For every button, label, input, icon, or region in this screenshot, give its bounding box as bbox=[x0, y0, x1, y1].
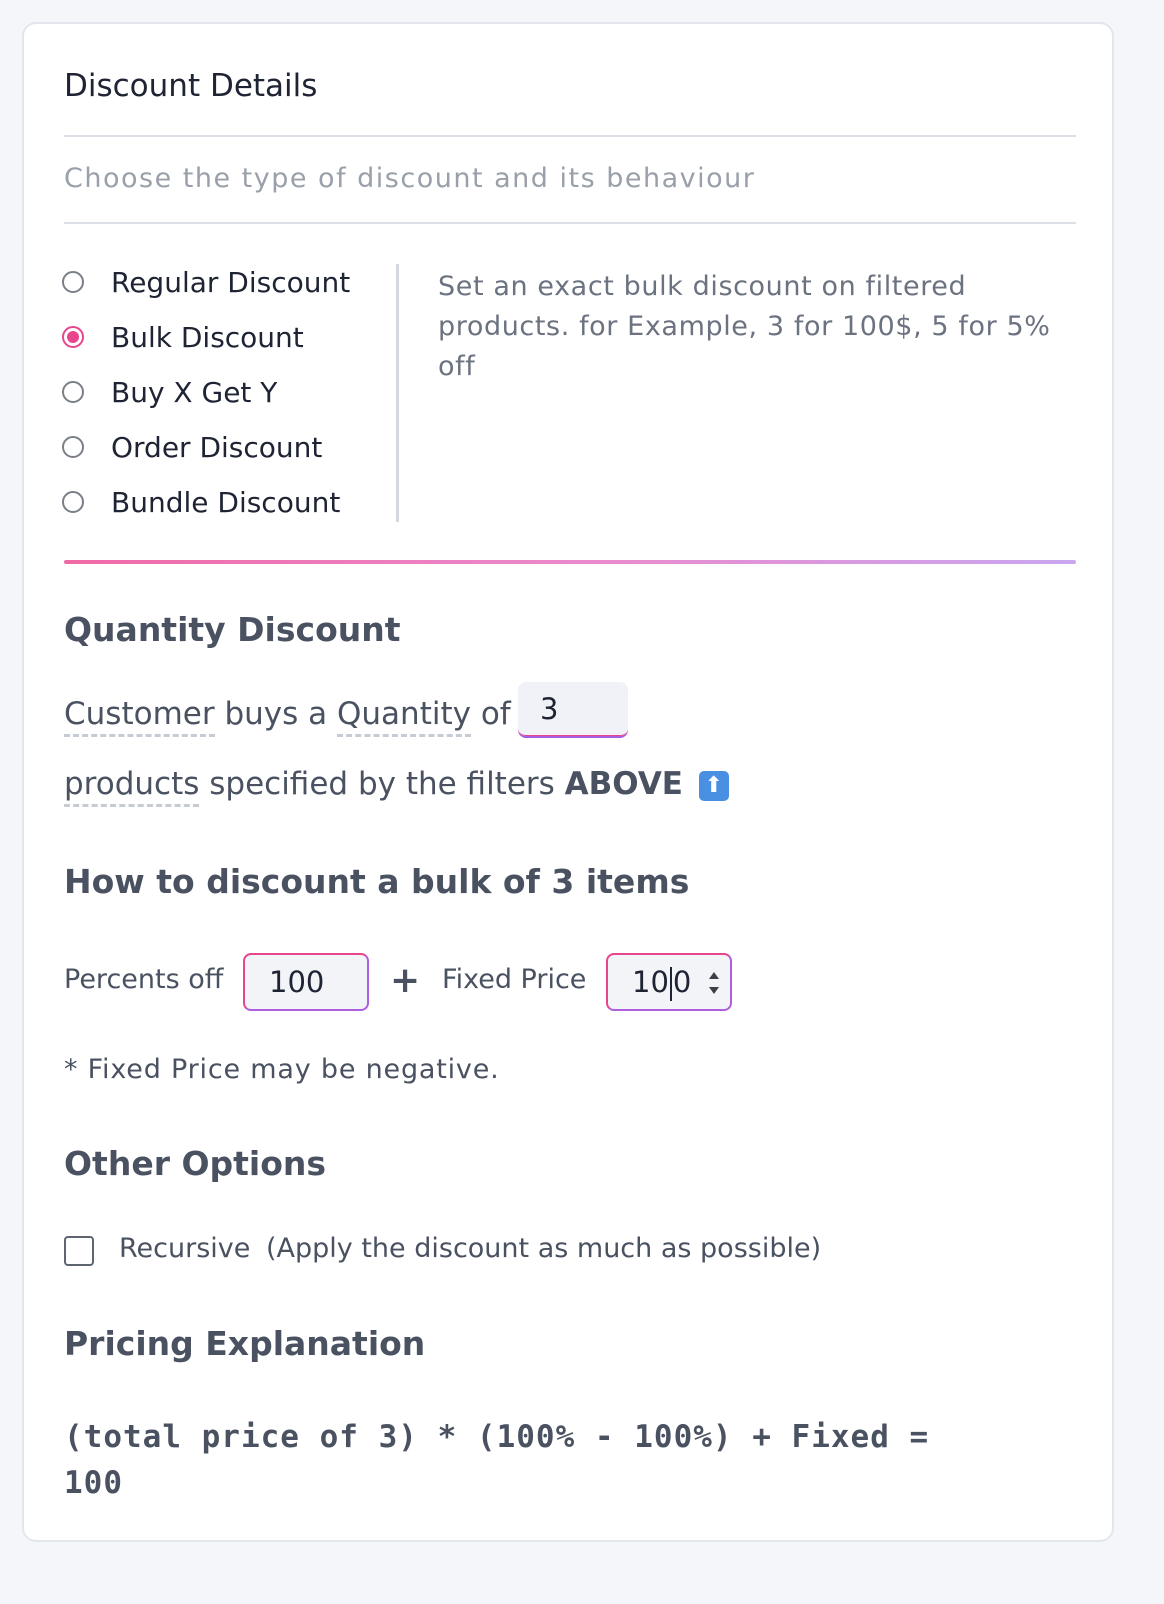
quantity-sentence-line2: products specified by the filters ABOVE … bbox=[64, 766, 729, 807]
up-arrow-icon: ⬆ bbox=[698, 770, 729, 801]
pricing-formula: (total price of 3) * (100% - 100%) + Fix… bbox=[64, 1414, 1064, 1506]
quantity-discount-heading: Quantity Discount bbox=[64, 610, 401, 649]
radio-button-selected[interactable] bbox=[62, 326, 84, 348]
radio-bulk-discount[interactable]: Bulk Discount bbox=[62, 317, 304, 357]
quantity-input[interactable]: 3 bbox=[518, 682, 628, 738]
quantity-sentence-line1: Customer buys a Quantity of bbox=[64, 696, 511, 737]
radio-button[interactable] bbox=[62, 271, 84, 293]
radio-label: Order Discount bbox=[111, 430, 323, 464]
recursive-description: (Apply the discount as much as possible) bbox=[266, 1233, 822, 1264]
card-subtitle: Choose the type of discount and its beha… bbox=[64, 163, 756, 194]
title-divider bbox=[64, 135, 1076, 137]
number-spinner-icon[interactable] bbox=[706, 965, 722, 1001]
gradient-divider bbox=[64, 560, 1076, 564]
radio-regular-discount[interactable]: Regular Discount bbox=[62, 262, 350, 302]
plus-sign: + bbox=[390, 960, 421, 1001]
fixed-price-input[interactable]: 10 0 bbox=[606, 953, 732, 1011]
above-text: ABOVE bbox=[564, 766, 683, 802]
products-term[interactable]: products bbox=[64, 766, 200, 807]
discount-details-card: Discount Details Choose the type of disc… bbox=[22, 22, 1114, 1542]
radio-button[interactable] bbox=[62, 491, 84, 513]
percents-off-input[interactable]: 100 bbox=[243, 953, 369, 1011]
radio-label: Regular Discount bbox=[111, 265, 351, 299]
customer-term[interactable]: Customer bbox=[64, 696, 215, 737]
radio-bundle-discount[interactable]: Bundle Discount bbox=[62, 482, 340, 522]
recursive-checkbox[interactable] bbox=[64, 1236, 94, 1266]
other-options-heading: Other Options bbox=[64, 1144, 327, 1183]
radio-label: Bundle Discount bbox=[111, 485, 341, 519]
card-title: Discount Details bbox=[64, 68, 318, 104]
discount-type-description: Set an exact bulk discount on filtered p… bbox=[438, 271, 1051, 382]
radio-order-discount[interactable]: Order Discount bbox=[62, 427, 322, 467]
sentence-text: buys a bbox=[224, 696, 328, 732]
sentence-text: specified by the filters bbox=[209, 766, 555, 802]
radio-button[interactable] bbox=[62, 436, 84, 458]
fixed-price-label: Fixed Price bbox=[442, 964, 587, 995]
vertical-divider bbox=[396, 264, 399, 522]
recursive-label[interactable]: Recursive bbox=[119, 1233, 250, 1264]
quantity-term[interactable]: Quantity bbox=[337, 696, 471, 737]
formula-result: 100 bbox=[64, 1465, 123, 1501]
pricing-explanation-heading: Pricing Explanation bbox=[64, 1324, 426, 1363]
fixed-price-note: * Fixed Price may be negative. bbox=[64, 1054, 500, 1085]
radio-button[interactable] bbox=[62, 381, 84, 403]
radio-label: Buy X Get Y bbox=[111, 375, 278, 409]
radio-label: Bulk Discount bbox=[111, 320, 304, 354]
fixed-price-value-part: 10 bbox=[632, 965, 669, 999]
bulk-discount-heading: How to discount a bulk of 3 items bbox=[64, 862, 690, 901]
sentence-text: of bbox=[480, 696, 511, 732]
fixed-price-value-part: 0 bbox=[672, 965, 692, 999]
formula-line: (total price of 3) * (100% - 100%) + Fix… bbox=[64, 1419, 930, 1455]
radio-buy-x-get-y[interactable]: Buy X Get Y bbox=[62, 372, 277, 412]
subtitle-divider bbox=[64, 222, 1076, 224]
percents-off-label: Percents off bbox=[64, 964, 224, 995]
text-caret bbox=[669, 967, 672, 1001]
